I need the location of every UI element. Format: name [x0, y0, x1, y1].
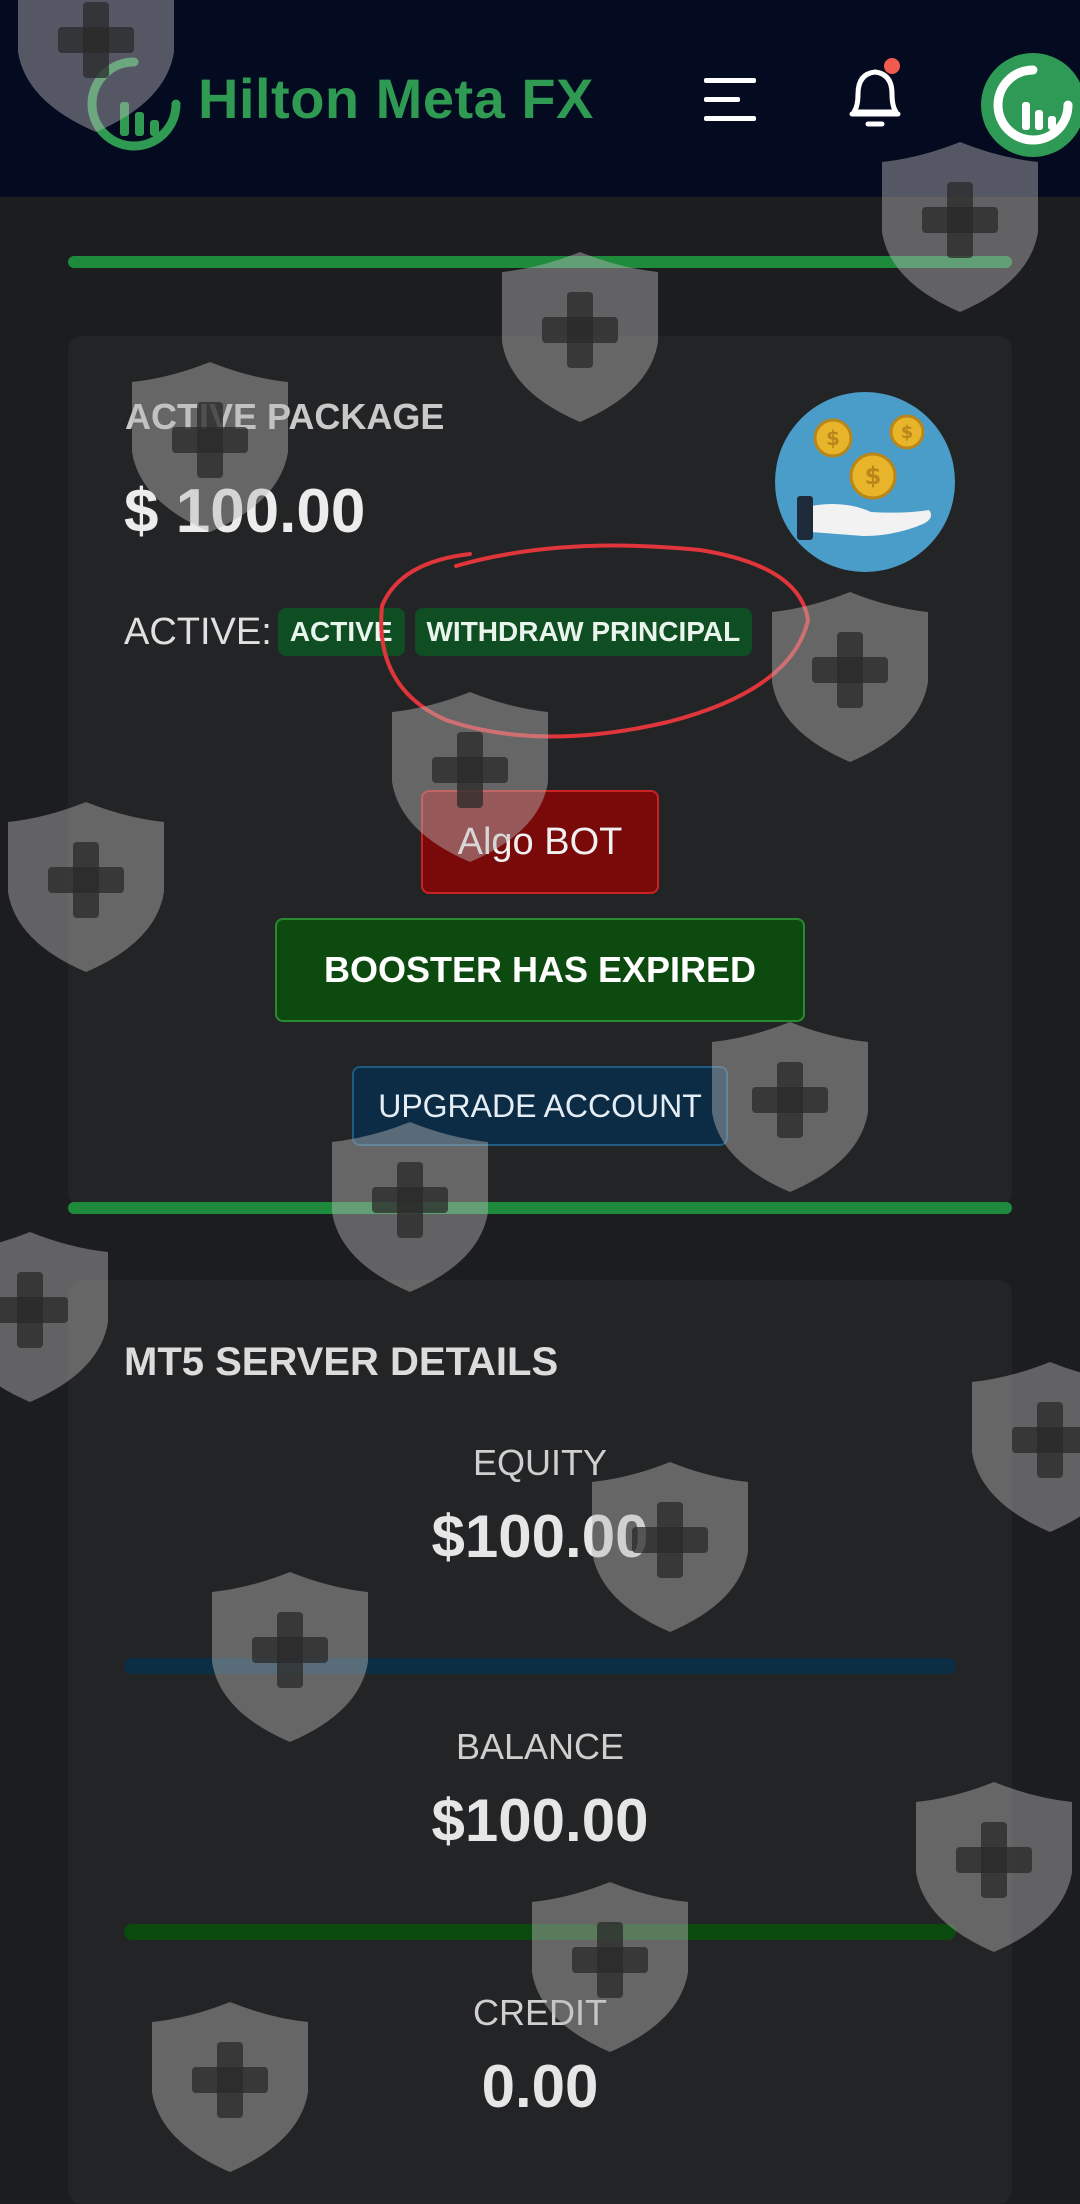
chart-logo-icon[interactable]: [86, 56, 182, 152]
status-label: ACTIVE:: [124, 610, 272, 653]
brand-name[interactable]: Hilton Meta FX: [198, 66, 594, 131]
algo-bot-button[interactable]: Algo BOT: [421, 790, 659, 894]
withdraw-principal-badge[interactable]: WITHDRAW PRINCIPAL: [414, 608, 753, 656]
svg-text:$: $: [901, 422, 914, 443]
previous-card-accent-bar: [68, 256, 1012, 268]
page: Hilton Meta FX ACTIVE PACKAGE $ 100.00 $…: [0, 0, 1080, 2204]
balance-label: BALANCE: [455, 1726, 625, 1767]
credit-label: CREDIT: [473, 1992, 607, 2033]
equity-label: EQUITY: [472, 1442, 607, 1483]
mt5-section-title: MT5 SERVER DETAILS: [124, 1340, 559, 1384]
package-card-accent-bar: [68, 1202, 1012, 1214]
notification-dot: [884, 58, 900, 74]
hamburger-menu-icon[interactable]: [700, 70, 764, 130]
equity-value: $100.00: [431, 1503, 649, 1570]
active-package-label: ACTIVE PACKAGE: [125, 396, 445, 437]
mt5-server-card: MT5 SERVER DETAILS EQUITY $100.00 BALANC…: [68, 1280, 1012, 2204]
balance-bar: [124, 1924, 956, 1940]
status-row: ACTIVE: ACTIVE WITHDRAW PRINCIPAL: [124, 608, 753, 656]
equity-bar: [124, 1658, 956, 1674]
active-package-card: ACTIVE PACKAGE $ 100.00 $ $ $ ACTIVE: AC…: [68, 336, 1012, 1206]
package-amount: $ 100.00: [124, 477, 366, 546]
booster-expired-button[interactable]: BOOSTER HAS EXPIRED: [275, 918, 805, 1022]
svg-text:$: $: [826, 426, 840, 450]
avatar-logo-icon[interactable]: [978, 50, 1080, 160]
coins-hand-icon: $ $ $: [775, 392, 955, 572]
upgrade-account-button[interactable]: UPGRADE ACCOUNT: [352, 1066, 728, 1146]
top-nav-bar: Hilton Meta FX: [0, 0, 1080, 197]
svg-text:$: $: [865, 462, 882, 490]
active-badge: ACTIVE: [277, 608, 405, 656]
balance-value: $100.00: [431, 1787, 649, 1854]
bell-icon[interactable]: [840, 54, 910, 134]
credit-value: 0.00: [481, 2053, 599, 2120]
